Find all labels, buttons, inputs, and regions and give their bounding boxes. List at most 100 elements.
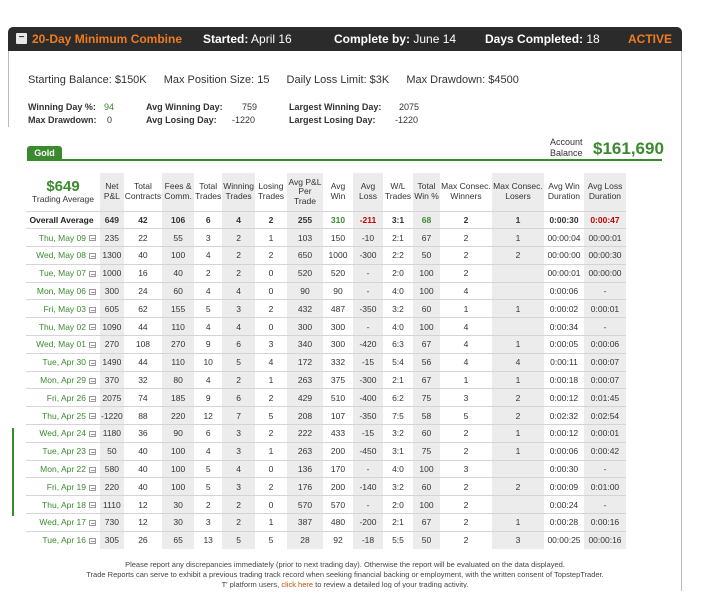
column-header: Fees & Comm. (162, 173, 195, 211)
date-cell[interactable]: Wed, Apr 24 (26, 424, 100, 443)
table-cell: 2:0 (382, 495, 413, 514)
date-link[interactable]: Wed, Apr 24 (39, 428, 86, 438)
table-cell: 0:00:30 (543, 459, 584, 478)
date-link[interactable]: Thu, Apr 18 (42, 500, 86, 510)
table-cell: 5 (194, 299, 223, 318)
date-link[interactable]: Mon, Apr 22 (40, 464, 86, 474)
date-link[interactable]: Wed, May 01 (36, 339, 86, 349)
table-cell: 0:00:34 (543, 317, 584, 336)
combine-header: − 20-Day Minimum Combine Started: April … (8, 27, 682, 51)
table-cell: 12 (194, 406, 223, 425)
report-icon[interactable] (89, 342, 96, 349)
date-link[interactable]: Fri, Apr 19 (47, 482, 86, 492)
table-cell: 300 (100, 281, 124, 300)
report-icon[interactable] (89, 431, 96, 438)
date-cell[interactable]: Fri, May 03 (26, 299, 100, 318)
date-cell[interactable]: Mon, Apr 29 (26, 370, 100, 389)
table-cell: 100 (412, 317, 440, 336)
table-cell: 00:00:16 (583, 530, 626, 550)
date-cell[interactable]: Thu, Apr 18 (26, 495, 100, 514)
table-cell: 1090 (100, 317, 124, 336)
report-icon[interactable] (89, 449, 96, 455)
collapse-icon[interactable]: − (16, 33, 27, 44)
report-icon[interactable] (89, 306, 96, 313)
table-cell: - (352, 263, 383, 283)
date-cell[interactable]: Tue, Apr 30 (26, 352, 100, 372)
report-icon[interactable] (89, 538, 96, 545)
date-link[interactable]: Tue, Apr 30 (42, 357, 86, 367)
table-cell: 1300 (100, 246, 124, 265)
table-cell: 520 (286, 263, 323, 283)
date-cell[interactable]: Fri, Apr 26 (26, 388, 100, 407)
table-cell: 6:2 (382, 388, 413, 407)
report-icon[interactable] (89, 502, 96, 509)
overall-average-cell: 106 (162, 210, 195, 229)
table-cell: 00:00:01 (583, 228, 626, 247)
table-cell: 2 (254, 299, 287, 318)
date-link[interactable]: Wed, May 08 (36, 250, 86, 260)
date-link[interactable]: Tue, Apr 23 (42, 446, 86, 456)
table-cell: 13 (194, 530, 223, 550)
table-cell: 1 (491, 370, 544, 389)
table-cell: 5 (222, 352, 255, 372)
table-cell: 00:00:30 (583, 246, 626, 265)
date-link[interactable]: Fri, Apr 26 (47, 393, 86, 403)
table-cell: 50 (412, 246, 440, 265)
report-icon[interactable] (89, 395, 96, 402)
report-icon[interactable] (89, 520, 96, 527)
date-cell[interactable]: Wed, May 08 (26, 246, 100, 265)
date-cell[interactable]: Wed, May 01 (26, 335, 100, 354)
date-link[interactable]: Thu, May 09 (39, 233, 86, 243)
table-cell: 150 (322, 228, 353, 247)
overall-average-cell: 1 (491, 210, 544, 229)
largest-winning-day-value: 2075 (399, 102, 420, 112)
report-icon[interactable] (89, 484, 96, 491)
overall-average-cell: -211 (352, 210, 383, 229)
date-link[interactable]: Thu, May 02 (39, 322, 86, 332)
started-label: Started: (203, 32, 249, 46)
date-cell[interactable]: Wed, Apr 17 (26, 513, 100, 532)
date-cell[interactable]: Mon, Apr 22 (26, 459, 100, 478)
click-here-link[interactable]: click here (281, 580, 313, 588)
overall-average-cell: 6 (194, 210, 223, 229)
report-icon[interactable] (89, 466, 96, 473)
date-link[interactable]: Tue, Apr 16 (42, 535, 86, 545)
report-icon[interactable] (89, 271, 96, 278)
table-cell: - (352, 281, 383, 300)
date-link[interactable]: Mon, May 06 (37, 286, 86, 296)
overall-average-cell: 68 (412, 210, 440, 229)
table-cell: 432 (286, 299, 323, 318)
table-row: Mon, Apr 29 370 32 80 4 2 1 263 375 -300 2:1 67 1 1 0:… (26, 370, 626, 389)
date-cell[interactable]: Tue, Apr 16 (26, 530, 100, 550)
report-icon[interactable] (89, 235, 96, 242)
trading-average-header: $649 Trading Average (26, 173, 100, 211)
column-header-line: Trades (257, 190, 285, 201)
table-cell: 3 (222, 441, 255, 461)
overall-average-cell: 649 (100, 210, 124, 229)
table-cell: 67 (412, 335, 440, 354)
report-icon[interactable] (89, 288, 96, 295)
report-icon[interactable] (89, 377, 96, 384)
date-cell[interactable]: Fri, Apr 19 (26, 477, 100, 496)
date-cell[interactable]: Tue, May 07 (26, 263, 100, 283)
date-link[interactable]: Thu, Apr 25 (42, 411, 86, 421)
date-cell[interactable]: Thu, Apr 25 (26, 406, 100, 425)
date-cell[interactable]: Mon, May 06 (26, 281, 100, 300)
table-cell: 3:2 (382, 477, 413, 496)
report-icon[interactable] (89, 413, 96, 420)
table-cell: - (352, 495, 383, 514)
table-cell: 0:00:11 (543, 352, 584, 372)
report-icon[interactable] (89, 253, 96, 260)
date-link[interactable]: Fri, May 03 (43, 304, 86, 314)
table-cell: 00:00:04 (543, 228, 584, 247)
date-cell[interactable]: Thu, May 02 (26, 317, 100, 336)
report-icon[interactable] (89, 360, 96, 367)
table-cell: 2 (439, 263, 492, 283)
date-link[interactable]: Wed, Apr 17 (39, 517, 86, 527)
date-link[interactable]: Tue, May 07 (39, 268, 86, 278)
date-link[interactable]: Mon, Apr 29 (40, 375, 86, 385)
date-cell[interactable]: Tue, Apr 23 (26, 441, 100, 461)
report-icon[interactable] (89, 324, 96, 331)
date-cell[interactable]: Thu, May 09 (26, 228, 100, 247)
table-cell: 0:00:18 (543, 370, 584, 389)
